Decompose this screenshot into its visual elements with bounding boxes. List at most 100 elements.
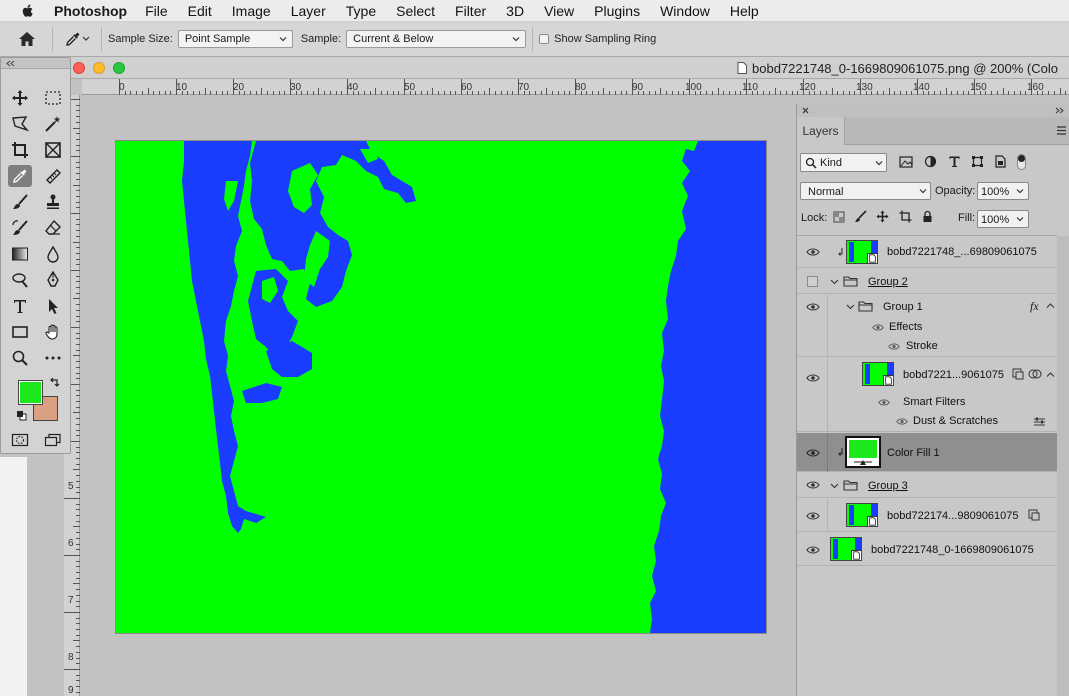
layer-name[interactable]: bobd7221748_0-1669809061075 bbox=[871, 544, 1034, 556]
menu-layer[interactable]: Layer bbox=[291, 3, 326, 19]
tools-panel-header[interactable] bbox=[1, 58, 70, 69]
chevron-down-icon[interactable] bbox=[830, 481, 839, 490]
layer-row[interactable]: bobd722174...9809061075 bbox=[797, 499, 1057, 532]
shape-layer-filter-icon[interactable] bbox=[971, 155, 984, 168]
eyedropper-tool[interactable] bbox=[8, 165, 32, 187]
layer-thumbnail[interactable] bbox=[862, 362, 894, 386]
layer-name[interactable]: bobd7221748_...69809061075 bbox=[887, 246, 1037, 258]
eye-icon[interactable] bbox=[806, 480, 820, 490]
pen-tool[interactable] bbox=[41, 269, 65, 291]
smart-object-filter-icon[interactable] bbox=[994, 155, 1007, 168]
brush-tool[interactable] bbox=[8, 191, 32, 213]
layers-panel-header[interactable] bbox=[797, 104, 1069, 117]
dodge-tool[interactable] bbox=[8, 269, 32, 291]
more-tools-button[interactable] bbox=[41, 347, 65, 369]
fill-layer-thumbnail[interactable] bbox=[845, 436, 881, 468]
layer-row[interactable]: Group 2 bbox=[797, 269, 1057, 294]
magic-wand-tool[interactable] bbox=[41, 113, 65, 135]
menu-type[interactable]: Type bbox=[346, 3, 376, 19]
sample-size-dropdown[interactable]: Point Sample bbox=[177, 30, 293, 48]
blur-tool[interactable] bbox=[41, 243, 65, 265]
eye-icon[interactable] bbox=[806, 302, 820, 312]
layer-name[interactable]: bobd722174...9809061075 bbox=[887, 510, 1019, 522]
lock-all-icon[interactable] bbox=[922, 210, 933, 223]
eye-icon[interactable] bbox=[806, 448, 820, 458]
chevron-up-icon[interactable] bbox=[1046, 371, 1055, 378]
menu-file[interactable]: File bbox=[145, 3, 168, 19]
stamp-tool[interactable] bbox=[41, 191, 65, 213]
pixel-layer-filter-icon[interactable] bbox=[899, 156, 913, 168]
chevron-up-icon[interactable] bbox=[1046, 302, 1055, 309]
lock-image-pixels-icon[interactable] bbox=[854, 210, 867, 223]
default-colors-icon[interactable] bbox=[16, 410, 27, 421]
smart-filters-label[interactable]: Smart Filters bbox=[903, 396, 965, 408]
type-tool[interactable] bbox=[8, 295, 32, 317]
home-button[interactable] bbox=[8, 24, 46, 54]
menu-image[interactable]: Image bbox=[232, 3, 271, 19]
menu-filter[interactable]: Filter bbox=[455, 3, 486, 19]
ruler-tool[interactable] bbox=[41, 165, 65, 187]
layer-row[interactable]: bobd7221748_...69809061075 bbox=[797, 236, 1057, 268]
document-canvas[interactable] bbox=[116, 141, 766, 633]
type-layer-filter-icon[interactable] bbox=[948, 155, 961, 168]
menu-edit[interactable]: Edit bbox=[188, 3, 212, 19]
filter-blending-options-icon[interactable] bbox=[1033, 417, 1046, 427]
filter-name[interactable]: Dust & Scratches bbox=[913, 415, 998, 427]
layer-name[interactable]: Group 2 bbox=[868, 276, 908, 288]
frame-tool[interactable] bbox=[41, 139, 65, 161]
layer-thumbnail[interactable] bbox=[830, 537, 862, 561]
eye-icon[interactable] bbox=[806, 545, 820, 555]
zoom-tool[interactable] bbox=[8, 347, 32, 369]
layer-row[interactable]: bobd7221...9061075 Smart Filters Dust & … bbox=[797, 358, 1057, 432]
eye-icon[interactable] bbox=[806, 373, 820, 383]
lock-artboard-icon[interactable] bbox=[899, 210, 912, 223]
rectangle-tool[interactable] bbox=[8, 321, 32, 343]
apple-icon[interactable] bbox=[20, 3, 36, 19]
layer-thumbnail[interactable] bbox=[846, 503, 878, 527]
eye-icon[interactable] bbox=[896, 417, 908, 426]
visibility-toggle-empty[interactable] bbox=[807, 276, 818, 287]
hand-tool[interactable] bbox=[41, 321, 65, 343]
eye-icon[interactable] bbox=[806, 247, 820, 257]
zoom-window-button[interactable] bbox=[113, 62, 125, 74]
layer-name[interactable]: Color Fill 1 bbox=[887, 447, 940, 459]
layer-thumbnail[interactable] bbox=[846, 240, 878, 264]
screen-mode-button[interactable] bbox=[41, 429, 65, 451]
eye-icon[interactable] bbox=[888, 342, 900, 351]
layer-name[interactable]: bobd7221...9061075 bbox=[903, 369, 1004, 381]
layer-row[interactable]: Group 1 fx Effects Stroke bbox=[797, 295, 1057, 357]
layer-name[interactable]: Group 1 bbox=[883, 301, 923, 313]
collapse-panel-icon[interactable] bbox=[1055, 107, 1065, 114]
blend-mode-dropdown[interactable]: Normal bbox=[800, 182, 931, 200]
minimize-window-button[interactable] bbox=[93, 62, 105, 74]
close-window-button[interactable] bbox=[73, 62, 85, 74]
menu-3d[interactable]: 3D bbox=[506, 3, 524, 19]
quick-mask-button[interactable] bbox=[8, 429, 32, 451]
lasso-tool[interactable] bbox=[8, 113, 32, 135]
chevron-down-icon[interactable] bbox=[846, 302, 855, 311]
chevron-down-icon[interactable] bbox=[830, 277, 839, 286]
fill-field[interactable]: 100% bbox=[977, 210, 1029, 228]
show-sampling-ring-checkbox[interactable] bbox=[539, 34, 550, 44]
swap-colors-icon[interactable] bbox=[49, 377, 60, 388]
effects-label[interactable]: Effects bbox=[889, 321, 922, 333]
app-name-menu[interactable]: Photoshop bbox=[54, 3, 127, 19]
layer-row-selected[interactable]: Color Fill 1 bbox=[797, 433, 1057, 472]
menu-select[interactable]: Select bbox=[396, 3, 435, 19]
history-brush-tool[interactable] bbox=[8, 217, 32, 239]
horizontal-ruler[interactable]: 0 10 20 30 40 50 60 70 80 90 100 110 120… bbox=[82, 79, 1069, 95]
move-tool[interactable] bbox=[8, 87, 32, 109]
tool-preset-picker[interactable] bbox=[59, 27, 95, 51]
lock-transparent-pixels-icon[interactable] bbox=[833, 211, 845, 223]
eye-icon[interactable] bbox=[806, 511, 820, 521]
stroke-effect-label[interactable]: Stroke bbox=[906, 340, 938, 352]
eraser-tool[interactable] bbox=[41, 217, 65, 239]
filter-toggle[interactable] bbox=[1017, 154, 1026, 170]
eye-icon[interactable] bbox=[878, 398, 890, 407]
marquee-tool[interactable] bbox=[41, 87, 65, 109]
menu-window[interactable]: Window bbox=[660, 3, 710, 19]
layers-scrollbar[interactable] bbox=[1057, 236, 1069, 696]
sample-dropdown[interactable]: Current & Below bbox=[346, 30, 527, 48]
foreground-color-swatch[interactable] bbox=[18, 380, 43, 405]
layer-name[interactable]: Group 3 bbox=[868, 480, 908, 492]
